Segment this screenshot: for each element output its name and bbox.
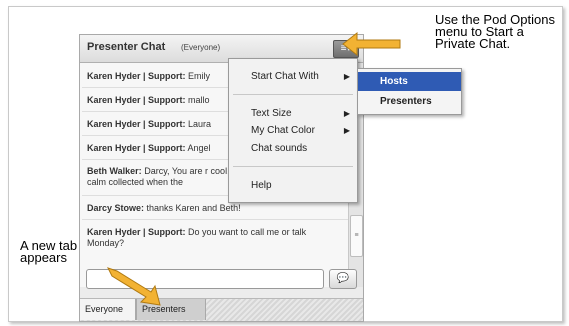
arrow-to-tab-icon	[107, 267, 161, 306]
annotation-arrows	[107, 31, 401, 306]
arrow-to-options-icon	[342, 31, 401, 57]
